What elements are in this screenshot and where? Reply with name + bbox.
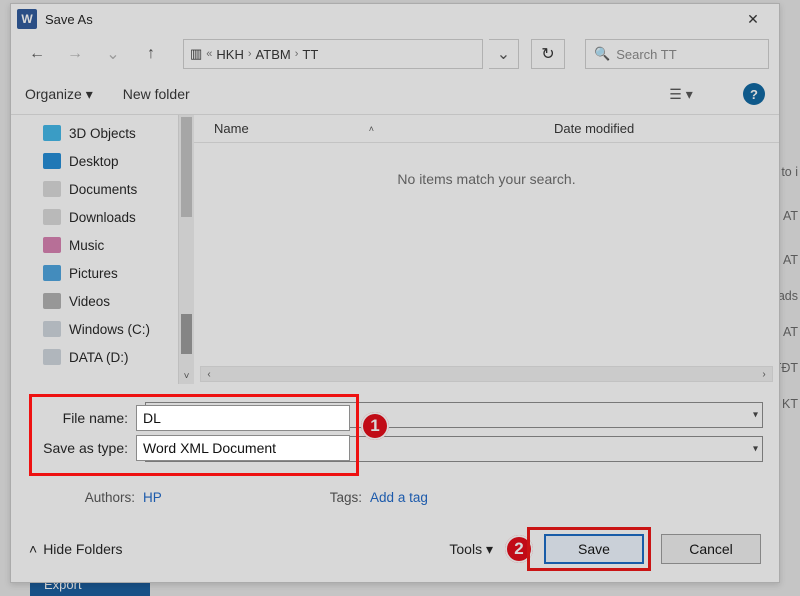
horizontal-scrollbar[interactable]: ‹ ›	[200, 366, 773, 382]
annotation-highlight-save: Save	[527, 527, 651, 571]
folder-icon	[43, 125, 61, 141]
empty-state-text: No items match your search.	[194, 171, 779, 187]
breadcrumb[interactable]: ▥ « HKH › ATBM › TT	[183, 39, 483, 69]
address-dropdown[interactable]: ⌄	[489, 39, 519, 69]
breadcrumb-sep: ›	[295, 48, 299, 60]
column-name[interactable]: Name ˄	[194, 115, 544, 142]
cancel-button[interactable]: Cancel	[661, 534, 761, 564]
forward-button[interactable]: →	[59, 39, 91, 69]
close-button[interactable]: ✕	[733, 5, 773, 33]
authors-label: Authors:	[69, 490, 135, 505]
sidebar-item-desktop[interactable]: Desktop	[27, 147, 194, 175]
sidebar-item-documents[interactable]: Documents	[27, 175, 194, 203]
search-icon: 🔍	[594, 46, 610, 62]
drive-icon	[43, 349, 61, 365]
column-headers: Name ˄ Date modified	[194, 115, 779, 143]
sidebar-item-windows-c[interactable]: Windows (C:)	[27, 315, 194, 343]
folder-icon	[43, 237, 61, 253]
annotation-callout-1: 1	[361, 412, 389, 440]
new-folder-button[interactable]: New folder	[123, 86, 190, 102]
breadcrumb-sep: «	[206, 48, 212, 60]
breadcrumb-part[interactable]: HKH	[216, 47, 243, 62]
dialog-footer: ˄ Hide Folders Tools ▾ 2 Save Cancel	[11, 516, 779, 582]
sidebar-item-videos[interactable]: Videos	[27, 287, 194, 315]
breadcrumb-sep: ›	[248, 48, 252, 60]
window-title: Save As	[45, 12, 93, 27]
save-button[interactable]: Save	[544, 534, 644, 564]
chevron-up-icon: ˄	[29, 541, 37, 557]
sidebar-item-pictures[interactable]: Pictures	[27, 259, 194, 287]
chevron-down-icon[interactable]: ▾	[753, 410, 758, 421]
nav-row: ← → ⌄ ↑ ▥ « HKH › ATBM › TT ⌄ ↻ 🔍 Search…	[11, 34, 779, 74]
titlebar: W Save As ✕	[11, 4, 779, 34]
drive-icon	[43, 321, 61, 337]
sort-indicator-icon: ˄	[369, 124, 374, 134]
view-options-button[interactable]: ☰ ▾	[663, 81, 699, 107]
scroll-left-icon[interactable]: ‹	[201, 369, 217, 380]
search-input[interactable]: 🔍 Search TT	[585, 39, 769, 69]
sidebar-item-downloads[interactable]: Downloads	[27, 203, 194, 231]
file-list: Name ˄ Date modified No items match your…	[194, 115, 779, 384]
back-button[interactable]: ←	[21, 39, 53, 69]
hide-folders-toggle[interactable]: ˄ Hide Folders	[29, 541, 123, 557]
scroll-right-icon[interactable]: ›	[756, 369, 772, 380]
scrollbar-thumb[interactable]	[181, 117, 192, 217]
sidebar-scrollbar[interactable]: ˄ ˅	[178, 115, 194, 384]
breadcrumb-part[interactable]: TT	[302, 47, 318, 62]
tools-menu[interactable]: Tools ▾	[449, 541, 493, 558]
tags-label: Tags:	[330, 490, 362, 505]
column-date-modified[interactable]: Date modified	[544, 115, 779, 142]
breadcrumb-part[interactable]: ATBM	[256, 47, 291, 62]
sidebar-item-3d-objects[interactable]: 3D Objects	[27, 119, 194, 147]
folder-icon	[43, 265, 61, 281]
word-icon: W	[17, 9, 37, 29]
toolbar: Organize ▾ New folder ☰ ▾ ?	[11, 74, 779, 114]
metadata-row: Authors: HP Tags: Add a tag	[29, 490, 763, 505]
filename-label: File name:	[38, 410, 136, 426]
organize-menu[interactable]: Organize ▾	[25, 86, 93, 103]
sidebar-item-data-d[interactable]: DATA (D:)	[27, 343, 194, 371]
folder-tree: 3D Objects Desktop Documents Downloads M…	[11, 115, 194, 384]
annotation-highlight-fields: File name: DL Save as type: Word XML Doc…	[29, 394, 359, 476]
save-as-type-label: Save as type:	[38, 440, 136, 456]
help-button[interactable]: ?	[743, 83, 765, 105]
sidebar-item-music[interactable]: Music	[27, 231, 194, 259]
filename-input[interactable]: DL	[136, 405, 350, 431]
up-button[interactable]: ↑	[135, 39, 167, 69]
folder-icon	[43, 293, 61, 309]
breadcrumb-root-icon: ▥	[190, 46, 202, 62]
folder-icon	[43, 209, 61, 225]
folder-icon	[43, 181, 61, 197]
explorer-split: 3D Objects Desktop Documents Downloads M…	[11, 114, 779, 384]
recent-locations-button[interactable]: ⌄	[97, 39, 129, 69]
refresh-button[interactable]: ↻	[531, 39, 565, 69]
save-as-dialog: W Save As ✕ ← → ⌄ ↑ ▥ « HKH › ATBM › TT …	[10, 3, 780, 583]
authors-value[interactable]: HP	[143, 490, 162, 505]
search-placeholder: Search TT	[616, 47, 676, 62]
save-fields: ▾ ▾ File name: DL Save as type: Word XML…	[11, 384, 779, 509]
scroll-down-icon[interactable]: ˅	[179, 368, 194, 384]
folder-icon	[43, 153, 61, 169]
chevron-down-icon[interactable]: ▾	[753, 444, 758, 455]
scrollbar-thumb[interactable]	[181, 314, 192, 354]
tags-add-link[interactable]: Add a tag	[370, 490, 428, 505]
save-as-type-select[interactable]: Word XML Document	[136, 435, 350, 461]
